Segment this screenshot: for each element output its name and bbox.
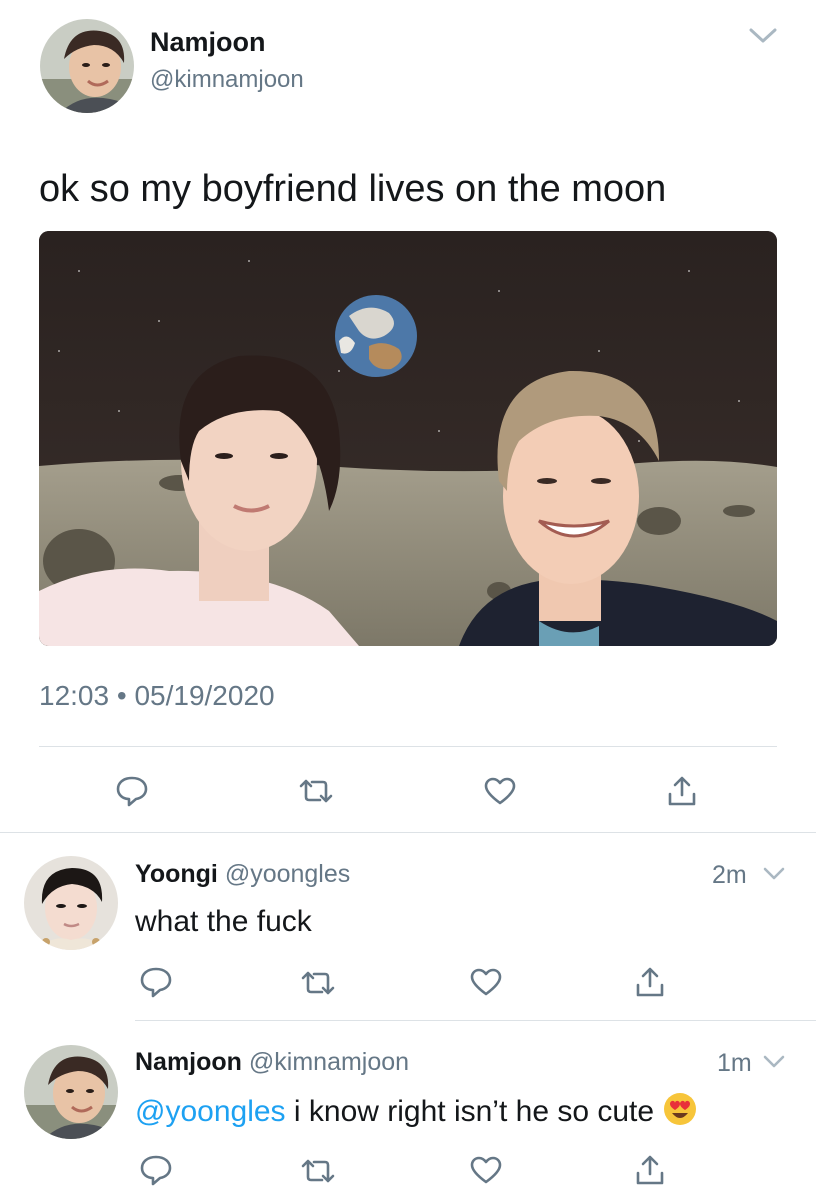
retweet-button[interactable] [296, 771, 336, 811]
reply-button[interactable] [136, 962, 176, 1002]
reply-button[interactable] [136, 1150, 176, 1190]
reply-avatar-yoongi[interactable] [24, 856, 118, 950]
tweet-time: 12:03 [39, 680, 110, 711]
reply-header: Yoongi @yoongles [135, 860, 350, 889]
main-tweet-text: ok so my boyfriend lives on the moon [39, 168, 667, 210]
reply-age: 2m [712, 861, 747, 889]
timestamp-separator: • [116, 680, 127, 711]
reply-icon [140, 967, 172, 998]
share-button[interactable] [662, 771, 702, 811]
tweet-date: 05/19/2020 [134, 680, 275, 711]
reply-avatar-namjoon[interactable] [24, 1045, 118, 1139]
reply-author-name[interactable]: Namjoon [135, 1048, 242, 1076]
chevron-down-icon[interactable] [748, 27, 778, 45]
main-tweet-author-handle[interactable]: @kimnamjoon [150, 66, 304, 94]
heart-eyes-emoji [662, 1091, 698, 1135]
retweet-icon [301, 971, 335, 995]
like-button[interactable] [480, 771, 520, 811]
share-button[interactable] [630, 962, 670, 1002]
retweet-icon [301, 1159, 335, 1183]
reply-text: what the fuck [135, 905, 312, 938]
share-icon [668, 776, 696, 806]
reply-author-handle[interactable]: @yoongles [225, 860, 350, 888]
share-icon [636, 967, 664, 997]
main-tweet-avatar[interactable] [40, 19, 134, 113]
reply-button[interactable] [112, 771, 152, 811]
mention-link[interactable]: @yoongles [135, 1095, 286, 1128]
reply-author-name[interactable]: Yoongi [135, 860, 218, 888]
main-tweet-author-name[interactable]: Namjoon [150, 27, 266, 58]
like-button[interactable] [466, 962, 506, 1002]
reply-age: 1m [717, 1049, 752, 1077]
tweet-photo[interactable] [39, 231, 777, 646]
share-icon [636, 1155, 664, 1185]
retweet-icon [299, 779, 333, 803]
reply-divider [135, 1020, 816, 1021]
reply-body: i know right isn’t he so cute [285, 1094, 655, 1128]
reply-icon [116, 776, 148, 807]
section-divider [0, 832, 816, 833]
reply-header: Namjoon @kimnamjoon [135, 1048, 409, 1077]
reply-icon [140, 1155, 172, 1186]
like-button[interactable] [466, 1150, 506, 1190]
tweet-divider [39, 746, 777, 747]
heart-icon [470, 1156, 502, 1184]
chevron-down-icon[interactable] [762, 866, 786, 882]
share-button[interactable] [630, 1150, 670, 1190]
reply-author-handle[interactable]: @kimnamjoon [249, 1048, 409, 1076]
retweet-button[interactable] [298, 963, 338, 1003]
tweet-timestamp: 12:03 • 05/19/2020 [39, 680, 275, 712]
retweet-button[interactable] [298, 1151, 338, 1191]
heart-icon [484, 777, 516, 805]
heart-icon [470, 968, 502, 996]
reply-text: @yoongles i know right isn’t he so cute [135, 1091, 698, 1135]
chevron-down-icon[interactable] [762, 1054, 786, 1070]
